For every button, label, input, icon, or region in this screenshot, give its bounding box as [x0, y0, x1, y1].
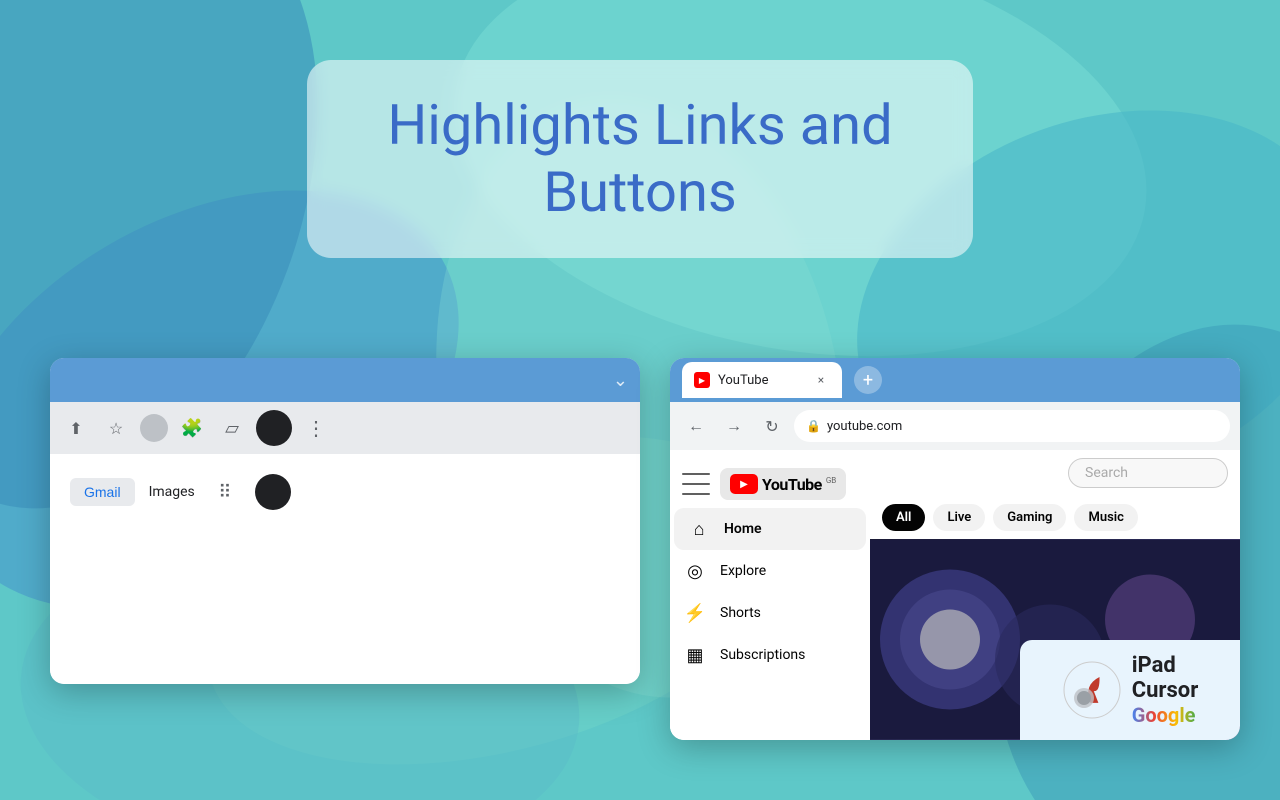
sidebar-shorts-label: Shorts	[720, 605, 761, 621]
yt-tab-favicon	[694, 372, 710, 388]
sidebar-home-label: Home	[724, 521, 762, 537]
yt-toolbar: ← → ↻ 🔒 youtube.com	[670, 402, 1240, 450]
youtube-tab[interactable]: YouTube ×	[682, 362, 842, 398]
dark-circle-icon	[256, 410, 292, 446]
shorts-icon: ⚡	[684, 602, 706, 624]
sidebar-subscriptions-label: Subscriptions	[720, 647, 805, 663]
yt-thumbnail: iPad Cursor Google	[870, 539, 1240, 740]
hamburger-line	[682, 493, 710, 495]
google-brand-text: Google	[1132, 703, 1199, 727]
apps-grid-icon[interactable]: ⠿	[209, 476, 241, 508]
new-tab-button[interactable]: +	[854, 366, 882, 394]
google-bar: Gmail Images ⠿	[50, 474, 640, 510]
split-view-icon[interactable]: ▱	[216, 412, 248, 444]
yt-search-bar: Search	[870, 450, 1240, 496]
browser-right: YouTube × + ← → ↻ 🔒 youtube.com	[670, 358, 1240, 740]
title-card: Highlights Links and Buttons	[307, 60, 972, 258]
cursor-text: Cursor	[1132, 678, 1199, 703]
hamburger-line	[682, 483, 710, 485]
filter-chip-music[interactable]: Music	[1074, 504, 1137, 531]
yt-titlebar: YouTube × +	[670, 358, 1240, 402]
more-options-icon[interactable]: ⋮	[300, 412, 332, 444]
yt-logo-text: YouTube	[762, 475, 822, 494]
search-input[interactable]: Search	[1068, 458, 1228, 488]
sidebar-item-subscriptions[interactable]: ▦ Subscriptions	[670, 634, 870, 676]
lock-icon: 🔒	[806, 419, 821, 433]
sidebar-item-shorts[interactable]: ⚡ Shorts	[670, 592, 870, 634]
subscriptions-icon: ▦	[684, 644, 706, 666]
gmail-button[interactable]: Gmail	[70, 478, 135, 506]
left-toolbar: ⬆ ☆ 🧩 ▱ ⋮	[50, 402, 640, 454]
yt-tab-title: YouTube	[718, 373, 769, 388]
left-browser-body: Gmail Images ⠿	[50, 454, 640, 684]
sidebar-item-home[interactable]: ⌂ Home	[674, 508, 866, 550]
bookmark-icon[interactable]: ☆	[100, 412, 132, 444]
hamburger-line	[682, 473, 710, 475]
ipad-cursor-badge: iPad Cursor Google	[1020, 640, 1240, 740]
browser-left: ⌄ ⬆ ☆ 🧩 ▱ ⋮ Gmail Images ⠿	[50, 358, 640, 684]
circle-icon	[140, 414, 168, 442]
yt-sidebar: YouTube GB ⌂ Home ◎ Explore ⚡ Shorts	[670, 450, 870, 740]
sidebar-explore-label: Explore	[720, 563, 766, 579]
tab-close-button[interactable]: ×	[812, 371, 830, 389]
back-button[interactable]: ←	[680, 410, 712, 442]
yt-logo-gb: GB	[826, 476, 836, 485]
yt-logo[interactable]: YouTube GB	[720, 468, 846, 500]
home-icon: ⌂	[688, 518, 710, 540]
share-icon[interactable]: ⬆	[60, 412, 92, 444]
url-text: youtube.com	[827, 419, 902, 434]
ipad-text: iPad	[1132, 653, 1199, 678]
yt-logo-icon	[730, 474, 758, 494]
images-link[interactable]: Images	[149, 484, 195, 500]
yt-header: YouTube GB	[670, 460, 870, 508]
sidebar-item-explore[interactable]: ◎ Explore	[670, 550, 870, 592]
titlebar-chevron-icon: ⌄	[613, 370, 628, 391]
yt-body: YouTube GB ⌂ Home ◎ Explore ⚡ Shorts	[670, 450, 1240, 740]
page-title: Highlights Links and Buttons	[387, 92, 892, 226]
forward-button[interactable]: →	[718, 410, 750, 442]
left-titlebar: ⌄	[50, 358, 640, 402]
puzzle-icon[interactable]: 🧩	[176, 412, 208, 444]
hamburger-menu[interactable]	[682, 473, 710, 495]
filter-chip-live[interactable]: Live	[933, 504, 985, 531]
yt-main: Search All Live Gaming Music	[870, 450, 1240, 740]
filter-chip-all[interactable]: All	[882, 504, 925, 531]
user-avatar[interactable]	[255, 474, 291, 510]
explore-icon: ◎	[684, 560, 706, 582]
reload-button[interactable]: ↻	[756, 410, 788, 442]
cursor-arrow-icon	[1062, 660, 1122, 720]
ipad-cursor-text: iPad Cursor Google	[1132, 653, 1199, 727]
yt-filter-row: All Live Gaming Music	[870, 496, 1240, 539]
filter-chip-gaming[interactable]: Gaming	[993, 504, 1066, 531]
browsers-row: ⌄ ⬆ ☆ 🧩 ▱ ⋮ Gmail Images ⠿ Yo	[50, 358, 1280, 740]
address-bar[interactable]: 🔒 youtube.com	[794, 410, 1230, 442]
